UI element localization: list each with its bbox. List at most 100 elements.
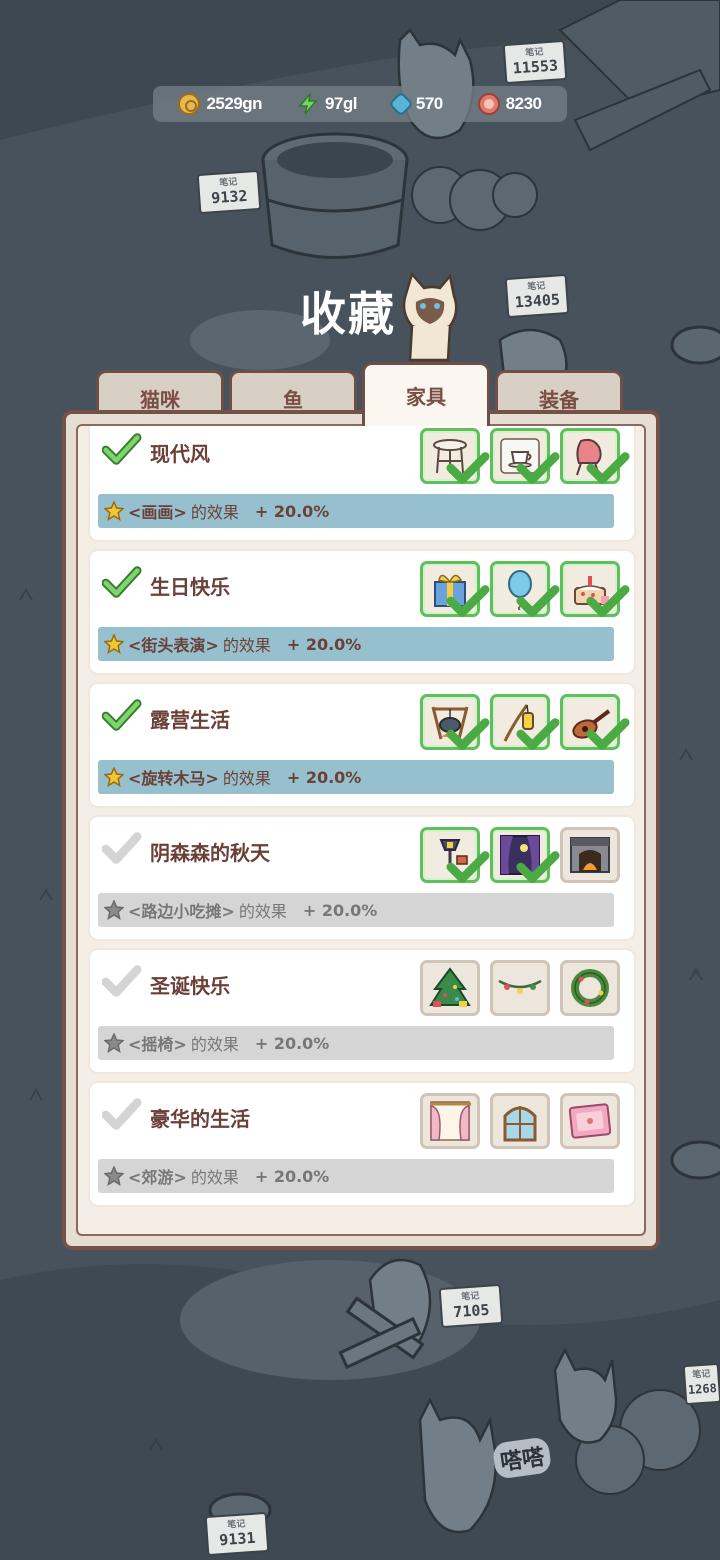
- owned-check-icon: [516, 452, 560, 484]
- set-items: [420, 1093, 620, 1149]
- set-items: [420, 561, 630, 617]
- owned-check-icon: [516, 851, 560, 883]
- star-icon: [104, 634, 124, 654]
- furniture-item-slot[interactable]: [420, 960, 480, 1016]
- siamese-cat-mascot-icon: [402, 272, 458, 362]
- set-name: 生日快乐: [150, 575, 230, 599]
- gem-icon: [388, 91, 414, 117]
- furniture-item-slot[interactable]: [420, 428, 490, 484]
- owned-check-icon: [446, 585, 490, 617]
- set-name: 露营生活: [150, 708, 230, 732]
- set-name: 现代风: [150, 442, 210, 466]
- currency-fish-token[interactable]: 8230: [477, 93, 542, 115]
- currency-gold[interactable]: 2529gn: [178, 93, 263, 115]
- set-complete-check-icon: [102, 566, 142, 598]
- set-incomplete-check-icon: [102, 832, 142, 864]
- furniture-item-slot[interactable]: [560, 428, 630, 484]
- furniture-set-card[interactable]: 生日快乐 <街头表演> 的效果 + 20.0%: [92, 553, 632, 671]
- set-name: 阴森森的秋天: [150, 841, 270, 865]
- furniture-item-slot[interactable]: [560, 561, 630, 617]
- owned-check-icon: [516, 718, 560, 750]
- owned-check-icon: [586, 718, 630, 750]
- owned-check-icon: [516, 585, 560, 617]
- signpost: 笔记 7105: [438, 1283, 504, 1329]
- tab-furniture[interactable]: 家具: [362, 362, 490, 426]
- effect-target: <旋转木马>: [128, 769, 219, 788]
- effect-bonus: + 20.0%: [286, 634, 362, 654]
- furniture-item-slot[interactable]: [420, 694, 490, 750]
- furniture-item-slot[interactable]: [490, 960, 550, 1016]
- furniture-item-slot[interactable]: [490, 561, 560, 617]
- owned-check-icon: [586, 452, 630, 484]
- effect-target: <郊游>: [128, 1168, 187, 1187]
- effect-suffix: 的效果: [190, 1035, 239, 1054]
- currency-bar: 2529gn 97gl 570 8230: [153, 86, 567, 122]
- owned-check-icon: [446, 718, 490, 750]
- furniture-item-slot[interactable]: [490, 827, 560, 883]
- star-icon: [104, 1166, 124, 1186]
- set-items: [420, 428, 630, 484]
- signpost: 笔记 1268: [682, 1362, 720, 1406]
- set-effect-bar: <街头表演> 的效果 + 20.0%: [98, 627, 614, 661]
- gold-coin-icon: [178, 93, 201, 115]
- signpost: 笔记 9131: [204, 1511, 270, 1557]
- effect-suffix: 的效果: [190, 503, 239, 522]
- currency-gem[interactable]: 570: [388, 91, 443, 117]
- furniture-item-slot[interactable]: [490, 428, 560, 484]
- set-complete-check-icon: [102, 699, 142, 731]
- barrel-decor: [261, 132, 409, 259]
- furniture-item-slot[interactable]: [490, 694, 560, 750]
- star-icon: [104, 900, 124, 920]
- currency-energy[interactable]: 97gl: [297, 93, 357, 115]
- arched-window-icon: [503, 1106, 537, 1142]
- furniture-item-slot[interactable]: [420, 1093, 480, 1149]
- set-list-scroll[interactable]: 现代风 <画画> 的效果 + 20.0% 生日快乐 <街头表演> 的效果 + 2…: [76, 424, 646, 1236]
- furniture-item-slot[interactable]: [490, 1093, 550, 1149]
- effect-bonus: + 20.0%: [254, 1033, 330, 1053]
- pink-rug-icon: [568, 1103, 612, 1139]
- fish-token-icon: [477, 93, 500, 115]
- effect-bonus: + 20.0%: [254, 1166, 330, 1186]
- effect-target: <摇椅>: [128, 1035, 187, 1054]
- set-effect-bar: <郊游> 的效果 + 20.0%: [98, 1159, 614, 1193]
- set-list: 现代风 <画画> 的效果 + 20.0% 生日快乐 <街头表演> 的效果 + 2…: [92, 426, 632, 1218]
- effect-target: <路边小吃摊>: [128, 902, 235, 921]
- signpost: 笔记 13405: [504, 273, 570, 319]
- furniture-set-card[interactable]: 豪华的生活 <郊游> 的效果 + 20.0%: [92, 1085, 632, 1203]
- set-effect-bar: <旋转木马> 的效果 + 20.0%: [98, 760, 614, 794]
- curtain-icon: [430, 1101, 471, 1141]
- set-effect-bar: <画画> 的效果 + 20.0%: [98, 494, 614, 528]
- furniture-item-slot[interactable]: [420, 827, 490, 883]
- effect-target: <街头表演>: [128, 636, 219, 655]
- set-effect-bar: <路边小吃摊> 的效果 + 20.0%: [98, 893, 614, 927]
- furniture-set-card[interactable]: 圣诞快乐 <摇椅> 的效果 + 20.0%: [92, 952, 632, 1070]
- set-name: 豪华的生活: [150, 1107, 250, 1131]
- star-icon: [104, 767, 124, 787]
- wreath-icon: [571, 969, 609, 1007]
- furniture-set-card[interactable]: 现代风 <画画> 的效果 + 20.0%: [92, 426, 632, 538]
- collection-panel: 现代风 <画画> 的效果 + 20.0% 生日快乐 <街头表演> 的效果 + 2…: [62, 410, 660, 1250]
- set-items: [420, 827, 620, 883]
- set-items: [420, 694, 630, 750]
- energy-bolt-icon: [298, 93, 318, 115]
- garland-lights-icon: [498, 979, 542, 994]
- furniture-set-card[interactable]: 阴森森的秋天 <路边小吃摊> 的效果 + 20.0%: [92, 819, 632, 937]
- furniture-item-slot[interactable]: [560, 1093, 620, 1149]
- furniture-item-slot[interactable]: [560, 960, 620, 1016]
- signpost: 笔记 9132: [196, 169, 262, 215]
- effect-suffix: 的效果: [222, 769, 271, 788]
- furniture-set-card[interactable]: 露营生活 <旋转木马> 的效果 + 20.0%: [92, 686, 632, 804]
- star-icon: [104, 1033, 124, 1053]
- furniture-item-slot[interactable]: [560, 827, 620, 883]
- owned-check-icon: [446, 452, 490, 484]
- effect-target: <画画>: [128, 503, 187, 522]
- set-incomplete-check-icon: [102, 1098, 142, 1130]
- effect-suffix: 的效果: [222, 636, 271, 655]
- star-icon: [104, 501, 124, 521]
- fireplace-icon: [570, 837, 610, 873]
- effect-suffix: 的效果: [190, 1168, 239, 1187]
- set-effect-bar: <摇椅> 的效果 + 20.0%: [98, 1026, 614, 1060]
- effect-bonus: + 20.0%: [254, 501, 330, 521]
- furniture-item-slot[interactable]: [420, 561, 490, 617]
- furniture-item-slot[interactable]: [560, 694, 630, 750]
